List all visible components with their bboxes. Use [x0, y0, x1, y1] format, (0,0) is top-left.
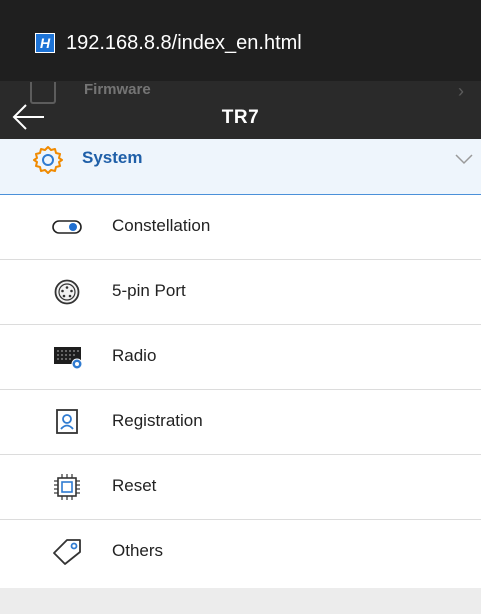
port-icon	[54, 279, 80, 305]
site-favicon-icon: H	[35, 33, 55, 53]
url-text[interactable]: 192.168.8.8/index_en.html	[66, 31, 302, 55]
menu-item-label: Reset	[112, 476, 157, 495]
menu-item-label: Others	[112, 541, 164, 560]
menu-item-label: Constellation	[112, 216, 211, 235]
menu-item-constellation[interactable]: Constellation	[0, 195, 481, 260]
browser-url-bar[interactable]: H 192.168.8.8/index_en.html	[0, 0, 481, 81]
chevron-down-icon[interactable]	[455, 153, 473, 165]
system-submenu: Constellation 5-pin Port Radio Registrat…	[0, 195, 481, 585]
tag-icon	[53, 539, 81, 565]
ghost-firmware-item: Firmware ›	[30, 81, 470, 104]
section-header-system[interactable]: System	[0, 139, 481, 195]
menu-item-label: 5-pin Port	[112, 281, 186, 300]
menu-item-radio[interactable]: Radio	[0, 325, 481, 390]
menu-item-5-pin-port[interactable]: 5-pin Port	[0, 260, 481, 325]
menu-item-registration[interactable]: Registration	[0, 390, 481, 455]
section-title: System	[82, 148, 143, 167]
footer-band	[0, 588, 481, 614]
menu-item-label: Registration	[112, 411, 203, 430]
chip-icon	[54, 474, 80, 500]
toggle-icon	[52, 220, 82, 234]
menu-item-others[interactable]: Others	[0, 520, 481, 585]
page-title: TR7	[221, 107, 260, 128]
firmware-icon	[30, 82, 56, 104]
ghost-firmware-label: Firmware	[84, 81, 151, 98]
menu-item-reset[interactable]: Reset	[0, 455, 481, 520]
menu-item-label: Radio	[112, 346, 157, 365]
chevron-right-icon: ›	[458, 81, 464, 101]
radio-icon	[54, 347, 83, 370]
registration-icon	[56, 409, 78, 434]
gear-icon	[33, 146, 63, 174]
app-header: Firmware › TR7	[0, 81, 481, 139]
